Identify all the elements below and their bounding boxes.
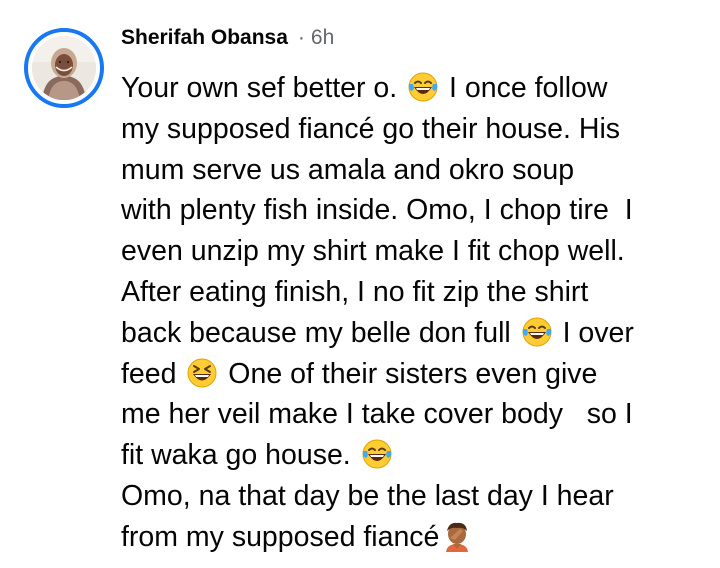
timestamp[interactable]: 6h [311, 26, 334, 50]
comment-line-text: even unzip my shirt make I fit chop well… [121, 235, 625, 268]
tears-of-joy-emoji-icon [361, 438, 393, 470]
profile-photo-icon [32, 36, 96, 100]
comment-line: Omo, na that day be the last day I hear [121, 476, 711, 517]
avatar[interactable] [24, 28, 104, 108]
comment-text: Your own sef better o. I once follow my s… [121, 68, 711, 558]
comment-line-text: back because my belle don full [121, 316, 519, 349]
comment-line: back because my belle don full I over [121, 313, 711, 354]
comment-line: with plenty fish inside. Omo, I chop tir… [121, 190, 711, 231]
comment-line: mum serve us amala and okro soup [121, 150, 711, 191]
comment-line-text: After eating finish, I no fit zip the sh… [121, 275, 589, 308]
comment-line-text: me her veil make I take cover body so I [121, 398, 633, 431]
comment: Sherifah Obansa · 6h Your own sef better… [0, 0, 720, 568]
comment-line-text: mum serve us amala and okro soup [121, 153, 575, 186]
comment-line-text: One of their sisters even give [220, 357, 598, 390]
comment-line-text: my supposed fiancé go their house. His [121, 112, 621, 145]
comment-header: Sherifah Obansa · 6h [121, 26, 334, 56]
comment-line-text: from my supposed fiancé [121, 520, 440, 553]
comment-line-text: I over [554, 316, 634, 349]
comment-line: me her veil make I take cover body so I [121, 394, 711, 435]
comment-line: my supposed fiancé go their house. His [121, 109, 711, 150]
comment-line-text: Omo, na that day be the last day I hear [121, 479, 614, 512]
comment-line-text: feed [121, 357, 185, 390]
comment-line: even unzip my shirt make I fit chop well… [121, 231, 711, 272]
tears-of-joy-emoji-icon [521, 316, 553, 348]
comment-line-text: I once follow [441, 72, 608, 104]
tears-of-joy-emoji-icon [407, 71, 439, 103]
comment-line-text: with plenty fish inside. Omo, I chop tir… [121, 194, 633, 227]
comment-line: Your own sef better o. I once follow [121, 68, 711, 109]
comment-line-text: fit waka go house. [121, 439, 359, 472]
comment-line: fit waka go house. [121, 435, 711, 476]
comment-line: feed One of their sisters even give [121, 354, 711, 395]
author-name[interactable]: Sherifah Obansa [121, 26, 288, 50]
comment-line-text: Your own sef better o. [121, 72, 406, 104]
grinning-squinting-emoji-icon [186, 357, 218, 389]
comment-line: After eating finish, I no fit zip the sh… [121, 272, 711, 313]
separator-dot: · [297, 26, 305, 49]
facepalm-emoji-icon [441, 520, 473, 552]
comment-line: from my supposed fiancé [121, 517, 711, 558]
